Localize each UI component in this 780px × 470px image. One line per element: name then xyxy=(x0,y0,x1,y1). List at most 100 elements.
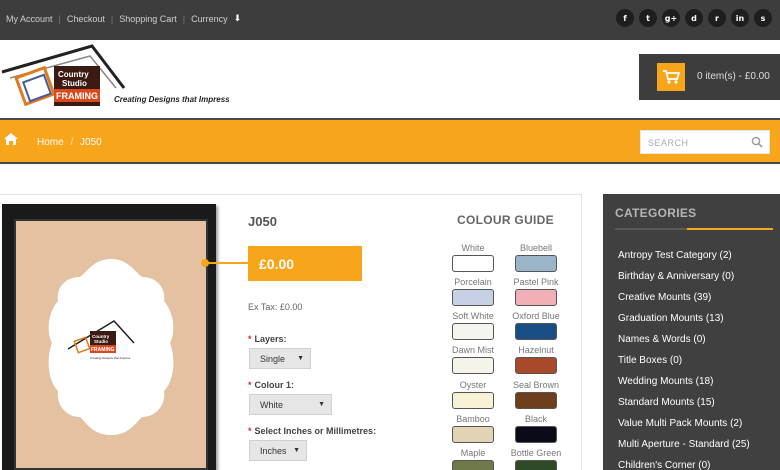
ex-tax-price: Ex Tax: £0.00 xyxy=(248,302,303,312)
colour-swatch[interactable]: Hazelnut xyxy=(506,345,566,374)
search-box[interactable]: SEARCH xyxy=(640,130,770,154)
colour-swatch[interactable]: Dawn Mist xyxy=(443,345,503,374)
colour-swatch[interactable]: Bamboo xyxy=(443,414,503,443)
cart-summary[interactable]: 0 item(s) - £0.00 xyxy=(639,54,780,100)
categories-heading: CATEGORIES xyxy=(615,206,697,220)
swatch-label: Oyster xyxy=(459,380,487,390)
swatch-color[interactable] xyxy=(515,255,557,272)
category-link[interactable]: Title Boxes (0) xyxy=(618,355,750,376)
colour-1-label-text: Colour 1: xyxy=(254,380,295,390)
swatch-label: Porcelain xyxy=(454,277,492,287)
colour-swatch[interactable]: Oyster xyxy=(443,380,503,409)
google-plus-icon[interactable]: g+ xyxy=(662,9,680,27)
colour-guide-title: COLOUR GUIDE xyxy=(457,213,554,227)
colour-1-select-value: White xyxy=(260,400,284,410)
colour-swatch[interactable]: Bottle Green xyxy=(506,448,566,470)
facebook-icon[interactable]: f xyxy=(616,9,634,27)
caret-down-icon: ▼ xyxy=(297,355,304,362)
category-link[interactable]: Antropy Test Category (2) xyxy=(618,250,750,271)
colour-swatch[interactable]: Porcelain xyxy=(443,277,503,306)
linkedin-icon[interactable]: in xyxy=(731,9,749,27)
swatch-label: Hazelnut xyxy=(518,345,554,355)
colour-swatch[interactable]: Maple xyxy=(443,448,503,470)
caret-down-icon: ▼ xyxy=(318,401,325,408)
category-link[interactable]: Standard Mounts (15) xyxy=(618,397,750,418)
category-link[interactable]: Wedding Mounts (18) xyxy=(618,376,750,397)
search-input[interactable]: SEARCH xyxy=(648,138,689,148)
category-link[interactable]: Children's Corner (0) xyxy=(618,460,750,470)
delicious-icon[interactable]: d xyxy=(685,9,703,27)
units-select[interactable]: Inches ▼ xyxy=(249,440,307,461)
checkout-link[interactable]: Checkout xyxy=(67,14,105,24)
swatch-color[interactable] xyxy=(515,289,557,306)
shopping-cart-link[interactable]: Shopping Cart xyxy=(119,14,177,24)
category-list: Antropy Test Category (2) Birthday & Anni… xyxy=(618,250,750,470)
swatch-color[interactable] xyxy=(452,460,494,470)
layers-select[interactable]: Single ▼ xyxy=(249,348,311,369)
breadcrumb: Home / J050 xyxy=(37,137,102,148)
category-link[interactable]: Value Multi Pack Mounts (2) xyxy=(618,418,750,439)
swatch-label: Seal Brown xyxy=(512,380,560,390)
colour-swatch[interactable]: Soft White xyxy=(443,311,503,340)
swatch-color[interactable] xyxy=(515,392,557,409)
swatch-color[interactable] xyxy=(452,426,494,443)
heading-underline-accent xyxy=(615,228,687,230)
divider: | xyxy=(182,13,186,24)
swatch-color[interactable] xyxy=(452,392,494,409)
my-account-link[interactable]: My Account xyxy=(6,14,53,24)
units-label: * Select Inches or Millimetres: xyxy=(248,426,376,436)
swatch-color[interactable] xyxy=(452,357,494,374)
logo-text-2: Studio xyxy=(62,79,87,88)
nav-bar: Home / J050 SEARCH xyxy=(0,118,780,164)
home-icon[interactable] xyxy=(3,132,19,146)
caret-down-icon: ▼ xyxy=(293,447,300,454)
shopping-cart-icon[interactable] xyxy=(657,63,685,91)
colour-swatch[interactable]: Oxford Blue xyxy=(506,311,566,340)
swatch-label: Bamboo xyxy=(456,414,490,424)
category-link[interactable]: Names & Words (0) xyxy=(618,334,750,355)
cart-total[interactable]: 0 item(s) - £0.00 xyxy=(697,71,770,82)
site-header: Country Studio FRAMING Creating Designs … xyxy=(0,40,780,118)
category-link[interactable]: Graduation Mounts (13) xyxy=(618,313,750,334)
category-link[interactable]: Birthday & Anniversary (0) xyxy=(618,271,750,292)
price-badge: £0.00 xyxy=(248,246,362,281)
swatch-color[interactable] xyxy=(452,289,494,306)
swatch-label: Black xyxy=(524,414,547,424)
category-link[interactable]: Creative Mounts (39) xyxy=(618,292,750,313)
twitter-icon[interactable]: t xyxy=(639,9,657,27)
colour-1-select[interactable]: White ▼ xyxy=(249,394,332,415)
rss-icon[interactable]: r xyxy=(708,9,726,27)
skype-icon[interactable]: s xyxy=(754,9,772,27)
colour-1-label: * Colour 1: xyxy=(248,380,294,390)
product-image[interactable]: Country Studio FRAMING Creating Designs … xyxy=(2,204,216,470)
categories-sidebar: CATEGORIES Antropy Test Category (2) Birt… xyxy=(603,194,780,470)
product-title: J050 xyxy=(248,214,277,229)
tagline: Creating Designs that Impress xyxy=(114,95,230,104)
breadcrumb-home[interactable]: Home xyxy=(37,137,64,148)
required-marker: * xyxy=(248,426,252,436)
colour-swatch[interactable]: Black xyxy=(506,414,566,443)
swatch-color[interactable] xyxy=(452,255,494,272)
colour-swatch[interactable]: Seal Brown xyxy=(506,380,566,409)
divider: | xyxy=(110,13,114,24)
arrow-down-icon[interactable]: ⬇ xyxy=(234,13,242,24)
swatch-color[interactable] xyxy=(515,323,557,340)
colour-swatch[interactable]: Bluebell xyxy=(506,243,566,272)
currency-dropdown[interactable]: Currency xyxy=(191,14,228,24)
social-links: f t g+ d r in s xyxy=(616,9,772,27)
colour-swatch[interactable]: Pastel Pink xyxy=(506,277,566,306)
swatch-color[interactable] xyxy=(515,460,557,470)
swatch-color[interactable] xyxy=(452,323,494,340)
swatch-label: Maple xyxy=(460,448,486,458)
breadcrumb-current[interactable]: J050 xyxy=(80,137,102,148)
swatch-color[interactable] xyxy=(515,357,557,374)
category-link[interactable]: Multi Aperture - Standard (25) xyxy=(618,439,750,460)
colour-swatch[interactable]: White xyxy=(443,243,503,272)
breadcrumb-separator: / xyxy=(70,137,74,148)
units-select-value: Inches xyxy=(260,446,287,456)
logo-text-3: FRAMING xyxy=(56,91,98,101)
top-bar: My Account | Checkout | Shopping Cart | … xyxy=(0,0,780,40)
mount-preview: Country Studio FRAMING Creating Designs … xyxy=(14,219,208,470)
search-icon[interactable] xyxy=(751,136,763,148)
swatch-color[interactable] xyxy=(515,426,557,443)
